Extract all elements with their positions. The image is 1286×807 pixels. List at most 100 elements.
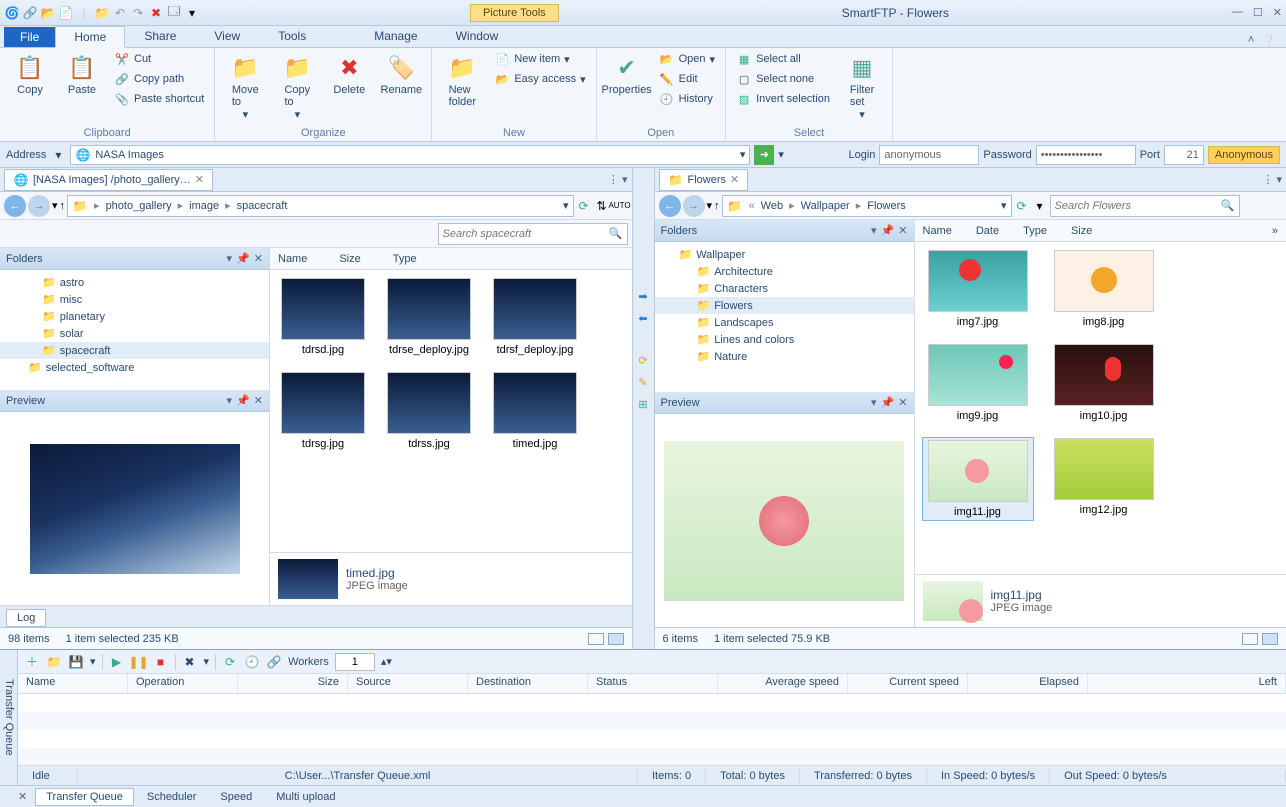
file-item[interactable]: img10.jpg — [1049, 344, 1159, 422]
sync-icon[interactable]: ⇅ — [594, 198, 610, 214]
maximize-button[interactable]: ☐ — [1253, 6, 1263, 19]
panel-dropdown-icon[interactable]: ▾ — [227, 394, 233, 407]
file-item[interactable]: tdrse_deploy.jpg — [384, 278, 474, 356]
paste-button[interactable]: 📋Paste — [58, 50, 106, 98]
qat-undo-icon[interactable]: ↶ — [112, 5, 128, 21]
file-item[interactable]: img12.jpg — [1049, 438, 1159, 520]
tab-overflow-icon[interactable]: ⋮ ▾ — [608, 173, 628, 186]
qat-view-icon[interactable]: ▾ — [184, 5, 200, 21]
tab-share[interactable]: Share — [125, 25, 195, 47]
qat-delete-icon[interactable]: ✖ — [148, 5, 164, 21]
login-port-input[interactable] — [1164, 145, 1204, 165]
tab-manage[interactable]: Manage — [355, 25, 436, 47]
login-user-input[interactable] — [879, 145, 979, 165]
pin-icon[interactable]: 📌 — [881, 396, 895, 409]
crumb-item[interactable]: spacecraft — [237, 200, 288, 212]
qat-props-icon[interactable]: 🗔 — [166, 5, 182, 21]
left-column-headers[interactable]: NameSizeType — [270, 248, 632, 270]
select-none-button[interactable]: ▢Select none — [732, 70, 834, 88]
tq-clock-icon[interactable]: 🕘 — [244, 654, 260, 670]
nav-history-icon[interactable]: ▾ — [52, 199, 58, 212]
delete-button[interactable]: ✖Delete — [325, 50, 373, 98]
crumb-item[interactable]: photo_gallery — [106, 200, 172, 212]
anonymous-button[interactable]: Anonymous — [1208, 146, 1280, 164]
copy-button[interactable]: 📋Copy — [6, 50, 54, 98]
nav-back-button[interactable]: ← — [4, 195, 26, 217]
transfer-left-icon[interactable]: ⬅ — [635, 310, 651, 326]
tab-tools[interactable]: Tools — [259, 25, 325, 47]
rename-button[interactable]: 🏷️Rename — [377, 50, 425, 98]
nav-up-icon[interactable]: ↑ — [60, 200, 66, 212]
refresh-icon[interactable]: ⟳ — [1014, 198, 1030, 214]
qat-folder-icon[interactable]: 📁 — [94, 5, 110, 21]
tab-multi-upload[interactable]: Multi upload — [265, 788, 346, 806]
tab-speed[interactable]: Speed — [209, 788, 263, 806]
qat-connect-icon[interactable]: 🔗 — [22, 5, 38, 21]
tq-rows[interactable] — [18, 694, 1286, 765]
file-item[interactable]: tdrsf_deploy.jpg — [490, 278, 580, 356]
crumb-item[interactable]: Wallpaper — [801, 200, 850, 212]
new-item-button[interactable]: 📄New item▾ — [490, 50, 589, 68]
tree-item[interactable]: 📁selected_software — [0, 359, 269, 376]
panel-close-icon[interactable]: ✕ — [898, 224, 907, 237]
close-button[interactable]: ✕ — [1273, 6, 1282, 19]
right-search-input[interactable] — [1055, 200, 1221, 212]
copy-to-button[interactable]: 📁Copy to▾ — [273, 50, 321, 123]
history-button[interactable]: 🕘History — [655, 90, 719, 108]
tree-item[interactable]: 📁astro — [0, 274, 269, 291]
sync-icon[interactable]: ⟳ — [635, 352, 651, 368]
view-thumbs-icon[interactable] — [1262, 633, 1278, 645]
panel-close-icon[interactable]: ✕ — [254, 252, 263, 265]
nav-forward-button[interactable]: → — [683, 195, 705, 217]
qat-redo-icon[interactable]: ↷ — [130, 5, 146, 21]
pin-icon[interactable]: 📌 — [236, 252, 250, 265]
open-button[interactable]: 📂Open▾ — [655, 50, 719, 68]
search-icon[interactable]: 🔍 — [609, 227, 623, 240]
file-item[interactable]: timed.jpg — [490, 372, 580, 450]
tq-pause-icon[interactable]: ❚❚ — [131, 654, 147, 670]
right-column-headers[interactable]: NameDateTypeSize» — [915, 220, 1286, 242]
tab-window[interactable]: Window — [437, 25, 518, 47]
log-tab[interactable]: Log — [6, 609, 46, 627]
panel-close-icon[interactable]: ✕ — [254, 394, 263, 407]
left-pane-tab[interactable]: 🌐 [NASA Images] /photo_gallery… ✕ — [4, 169, 213, 191]
pin-icon[interactable]: 📌 — [236, 394, 250, 407]
auto-icon[interactable]: AUTO — [612, 198, 628, 214]
right-pane-tab[interactable]: 📁 Flowers ✕ — [659, 169, 749, 191]
left-search-box[interactable]: 🔍 — [438, 223, 628, 245]
left-breadcrumb[interactable]: 📁 ▸ photo_gallery ▸ image ▸ spacecraft ▾ — [67, 195, 573, 217]
ribbon-collapse-icon[interactable]: ˄ — [1248, 34, 1254, 47]
help-icon[interactable]: ❔ — [1262, 34, 1276, 47]
qat-open-icon[interactable]: 📂 — [40, 5, 56, 21]
refresh-icon[interactable]: ⟳ — [576, 198, 592, 214]
invert-selection-button[interactable]: ▨Invert selection — [732, 90, 834, 108]
tree-item[interactable]: 📁Lines and colors — [655, 331, 914, 348]
edit-button[interactable]: ✏️Edit — [655, 70, 719, 88]
close-tab-icon[interactable]: ✕ — [195, 173, 204, 186]
tree-item[interactable]: 📁Architecture — [655, 263, 914, 280]
tab-view[interactable]: View — [195, 25, 259, 47]
tree-item[interactable]: 📁Flowers — [655, 297, 914, 314]
tq-stop-icon[interactable]: ■ — [153, 654, 169, 670]
paste-shortcut-button[interactable]: 📎Paste shortcut — [110, 90, 208, 108]
tree-item[interactable]: 📁Characters — [655, 280, 914, 297]
file-item[interactable]: tdrss.jpg — [384, 372, 474, 450]
crumb-item[interactable]: Flowers — [867, 200, 906, 212]
panel-dropdown-icon[interactable]: ▾ — [227, 252, 233, 265]
filter-set-button[interactable]: ▦Filter set▾ — [838, 50, 886, 123]
select-all-button[interactable]: ▦Select all — [732, 50, 834, 68]
tree-item[interactable]: 📁Nature — [655, 348, 914, 365]
tq-retry-icon[interactable]: ⟳ — [222, 654, 238, 670]
tq-save-icon[interactable]: 💾 — [68, 654, 84, 670]
minimize-button[interactable]: — — [1232, 6, 1243, 19]
transfer-queue-side-label[interactable]: Transfer Queue — [0, 650, 18, 785]
tab-overflow-icon[interactable]: ⋮ ▾ — [1262, 173, 1282, 186]
tree-item[interactable]: 📁Landscapes — [655, 314, 914, 331]
tq-close-icon[interactable]: ✕ — [18, 790, 27, 803]
view-icon[interactable]: ▾ — [1032, 198, 1048, 214]
tq-play-icon[interactable]: ▶ — [109, 654, 125, 670]
tq-link-icon[interactable]: 🔗 — [266, 654, 282, 670]
tree-item[interactable]: 📁spacecraft — [0, 342, 269, 359]
transfer-right-icon[interactable]: ➡ — [635, 288, 651, 304]
address-dropdown-icon[interactable]: ▾ — [50, 147, 66, 163]
